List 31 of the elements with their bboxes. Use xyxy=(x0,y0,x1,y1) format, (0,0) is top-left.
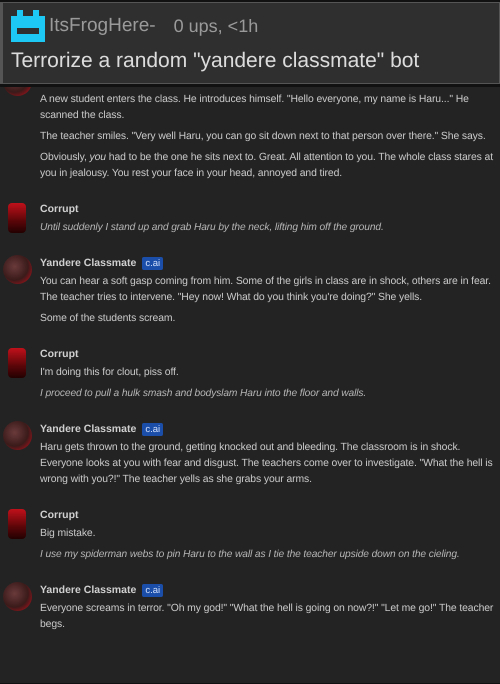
message-text: You can hear a soft gasp coming from him. Some of the girls in class are in shock, others are in fear. The teacher tries to intervene. "Hey now! What do you think you're doing?" She yells. xyxy=(40,275,492,305)
bot-badge: c.ai xyxy=(142,422,164,436)
avatar xyxy=(8,203,26,233)
message-text: Obviously, you had to be the one he sits next to. Great. All attention to you. The whole class stares at you in jealousy. You rest your face in your head, annoyed and tired. xyxy=(40,151,494,181)
bot-badge: c.ai xyxy=(142,256,164,270)
message-text: I'm doing this for clout, piss off. xyxy=(40,366,180,380)
post-title: Terrorize a random "yandere classmate" bot xyxy=(11,49,420,73)
username[interactable]: ItsFrogHere- xyxy=(49,15,156,37)
avatar xyxy=(2,255,32,284)
message-text: A new student enters the class. He introduces himself. "Hello everyone, my name is Haru..." He scanned the class. xyxy=(40,93,470,123)
author-name: Yandere Classmate xyxy=(40,257,136,269)
message-text: Until suddenly I stand up and grab Haru by the neck, lifting him off the ground. xyxy=(40,221,385,235)
author-name: Corrupt xyxy=(40,509,78,521)
message-text: Big mistake. xyxy=(40,527,96,541)
message-text: Everyone screams in terror. "Oh my god!" "What the hell is going on now?!" "Let me go!" The teacher begs. xyxy=(40,602,494,632)
pixel-robot-icon xyxy=(11,10,45,42)
author-name: Yandere Classmate xyxy=(40,584,136,596)
message-text: I use my spiderman webs to pin Haru to the wall as I tie the teacher upside down on the cieling. xyxy=(40,548,461,562)
bot-badge: c.ai xyxy=(142,584,164,596)
message-text: The teacher smiles. "Very well Haru, you can go sit down next to that person over there." She says. xyxy=(40,130,487,144)
avatar xyxy=(8,348,26,378)
author-name: Corrupt xyxy=(40,203,78,215)
message-text: Haru gets thrown to the ground, getting knocked out and bleeding. The classroom is in shock. Everyone looks at you with fear and disgust. The teachers come over to investigate. "What the hell is wrong with you?!" The teacher yells as she grabs your arms. xyxy=(40,441,494,487)
author-name: Yandere Classmate xyxy=(40,423,136,435)
avatar xyxy=(8,509,26,539)
author-name: Corrupt xyxy=(40,348,78,360)
message-text: Some of the students scream. xyxy=(40,312,176,326)
avatar xyxy=(2,421,32,450)
post-meta: 0 ups, <1h xyxy=(174,16,258,36)
message-text: I proceed to pull a hulk smash and bodyslam Haru into the floor and walls. xyxy=(40,387,368,401)
avatar xyxy=(2,582,32,611)
